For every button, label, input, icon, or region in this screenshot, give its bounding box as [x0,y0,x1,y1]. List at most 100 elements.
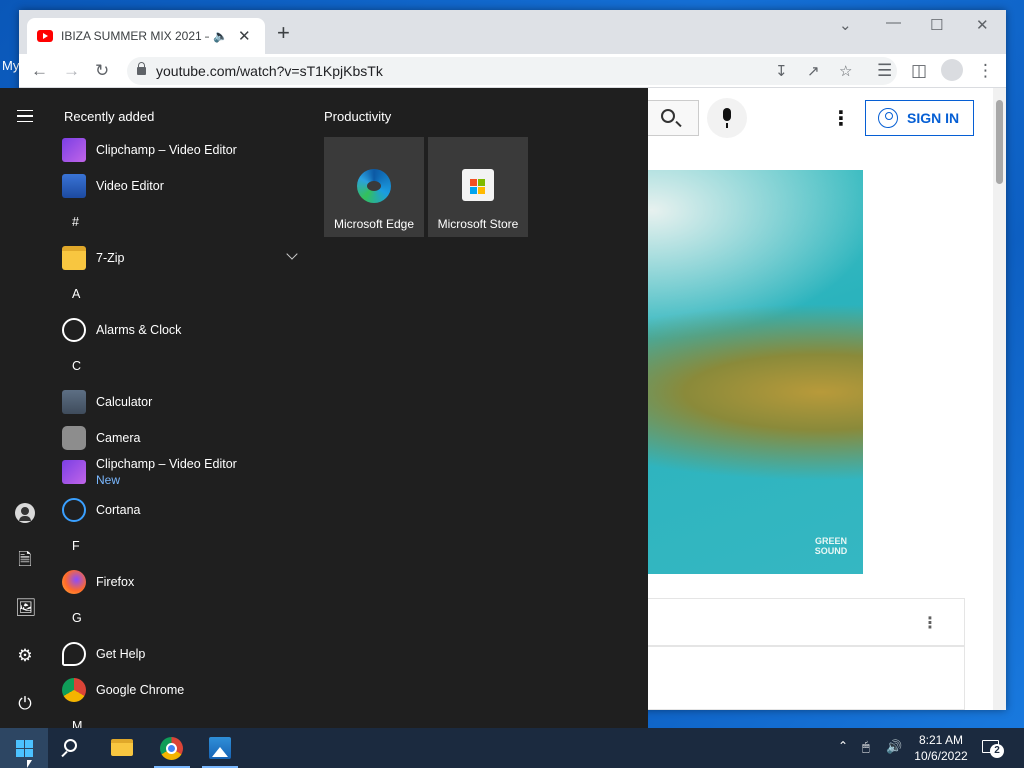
hamburger-menu-icon[interactable] [17,110,33,122]
sign-in-button[interactable]: SIGN IN [865,100,974,136]
voice-search-mic-icon[interactable] [707,98,747,138]
start-rail: 🗎 🖼 ⚙ ⏻ [0,88,50,728]
chevron-down-icon[interactable] [286,248,298,260]
close-window-button[interactable]: ✕ [976,16,989,34]
info-card-secondary [647,646,965,710]
minimize-button[interactable]: — [886,14,901,31]
search-icon [64,739,77,752]
chrome-menu-icon[interactable]: ⋮ [977,61,994,81]
bookmark-star-icon[interactable]: ☆ [839,62,852,80]
taskbar-chrome[interactable] [148,728,196,768]
app-get-help[interactable]: Get Help [62,638,302,670]
taskbar-photos[interactable] [196,728,244,768]
info-card: ⋮ [647,598,965,646]
action-center-button[interactable]: 2 [980,738,1004,758]
app-7zip[interactable]: 7-Zip [62,242,302,274]
store-icon [462,169,494,201]
section-letter-m[interactable]: M [72,719,82,728]
search-button[interactable] [647,100,699,136]
volume-icon[interactable]: 🔊 [886,739,902,768]
clock-date: 10/6/2022 [914,749,968,763]
taskbar-file-explorer[interactable] [98,728,146,768]
close-tab-icon[interactable]: ✕ [238,27,251,45]
folder-icon [62,246,86,270]
speaker-icon[interactable]: 🔈 [213,29,228,43]
tab-title: IBIZA SUMMER MIX 2021 – [61,29,209,43]
alarm-clock-icon [62,318,86,342]
calculator-icon [62,390,86,414]
firefox-icon [62,570,86,594]
app-camera[interactable]: Camera [62,422,302,454]
documents-icon[interactable]: 🗎 [15,550,35,570]
new-tab-button[interactable]: + [277,20,290,46]
maximize-button[interactable]: ☐ [930,16,943,34]
install-app-icon[interactable]: ↧ [775,62,788,80]
settings-gear-icon[interactable]: ⚙ [15,646,35,666]
settings-menu-icon[interactable]: ⋮ [831,106,851,131]
reload-icon[interactable]: ↻ [95,61,109,81]
windows-logo-icon [16,740,33,757]
sign-in-label: SIGN IN [907,110,960,126]
user-account-icon[interactable] [15,503,35,523]
lock-icon[interactable] [137,62,146,75]
recently-added-heading: Recently added [64,109,155,124]
app-google-chrome[interactable]: Google Chrome [62,674,302,706]
clock-time: 8:21 AM [918,733,964,747]
cortana-icon [62,498,86,522]
side-panel-icon[interactable]: ◫ [911,61,927,81]
tab-strip: IBIZA SUMMER MIX 2021 – 🔈 ✕ + ⌄ — ☐ ✕ [19,10,1006,54]
app-firefox[interactable]: Firefox [62,566,302,598]
app-alarms-clock[interactable]: Alarms & Clock [62,314,302,346]
power-icon[interactable]: ⏻ [15,694,35,714]
show-hidden-icons-chevron-icon[interactable]: ⌃ [838,739,848,768]
app-calculator[interactable]: Calculator [62,386,302,418]
tab-search-icon[interactable]: ⌄ [839,16,852,34]
new-badge: New [96,473,121,487]
section-letter-f[interactable]: F [72,539,80,553]
browser-tab[interactable]: IBIZA SUMMER MIX 2021 – 🔈 ✕ [27,18,265,54]
scrollbar-thumb[interactable] [996,100,1003,184]
start-button[interactable] [0,728,48,768]
app-video-editor[interactable]: Video Editor [62,170,302,202]
edge-icon [357,169,391,203]
media-control-icon[interactable]: ☰ [877,61,892,81]
get-help-icon [62,642,86,666]
photos-icon [209,737,231,759]
url-text[interactable]: youtube.com/watch?v=sT1KpjKbsTk [156,63,383,79]
notification-count-badge: 2 [990,744,1004,758]
page-scrollbar[interactable] [993,88,1006,710]
productivity-heading: Productivity [324,109,392,124]
profile-avatar-icon[interactable] [941,59,963,81]
video-editor-icon [62,174,86,198]
file-explorer-icon [111,739,133,756]
browser-toolbar: ← → ↻ youtube.com/watch?v=sT1KpjKbsTk ↧ … [19,54,1006,88]
search-icon [661,109,675,123]
back-arrow-icon[interactable]: ← [31,61,48,81]
clipchamp-icon [62,138,86,162]
system-clock[interactable]: 8:21 AM 10/6/2022 [912,732,970,764]
section-letter-c[interactable]: C [72,359,81,373]
address-bar[interactable]: youtube.com/watch?v=sT1KpjKbsTk ↧ ↗ ☆ [127,57,897,85]
more-options-icon[interactable]: ⋮ [922,613,938,633]
section-letter-g[interactable]: G [72,611,82,625]
desktop-icon-label: My [2,58,20,73]
channel-watermark[interactable]: GREEN SOUND [811,522,851,562]
network-icon[interactable]: 🖱 [862,739,870,768]
tile-microsoft-store[interactable]: Microsoft Store [428,137,528,237]
start-menu: 🗎 🖼 ⚙ ⏻ Recently added Clipchamp – Video… [0,88,648,728]
forward-arrow-icon[interactable]: → [63,61,80,81]
taskbar-search-button[interactable] [48,728,96,768]
mouse-cursor-icon [27,760,32,768]
section-letter-hash[interactable]: # [72,215,79,229]
chrome-icon [160,737,183,760]
app-clipchamp[interactable]: Clipchamp – Video Editor New [62,452,302,492]
share-icon[interactable]: ↗ [807,62,820,80]
app-cortana[interactable]: Cortana [62,494,302,526]
app-clipchamp-recent[interactable]: Clipchamp – Video Editor [62,134,302,166]
chrome-icon [62,678,86,702]
tile-microsoft-edge[interactable]: Microsoft Edge [324,137,424,237]
pictures-icon[interactable]: 🖼 [15,598,37,618]
camera-icon [62,426,86,450]
youtube-favicon-icon [37,30,53,42]
section-letter-a[interactable]: A [72,287,80,301]
